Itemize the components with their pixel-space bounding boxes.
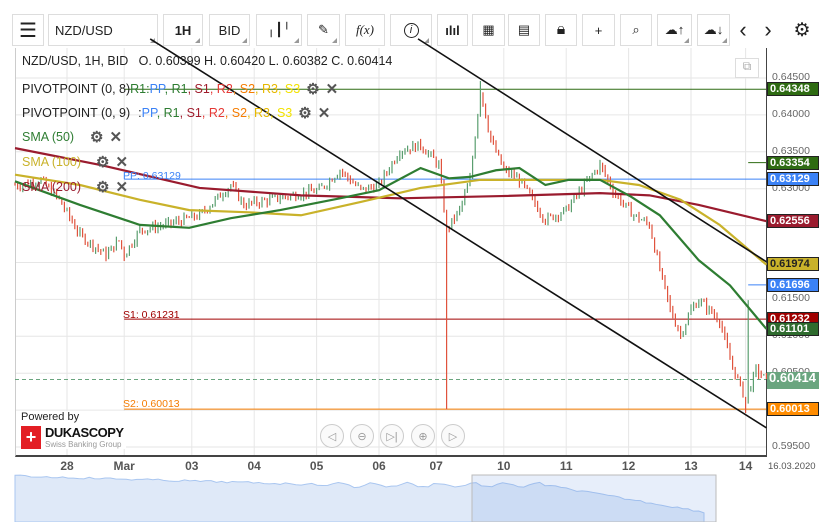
ohlc-text: NZD/USD, 1H, BID O. 0.60399 H. 0.60420 L… — [22, 54, 393, 68]
price-label-r1: 0.64348 — [767, 82, 819, 97]
s2-level-label: S2: 0.60013 — [123, 398, 180, 410]
price-label-sma200: 0.62556 — [767, 214, 819, 229]
indicator-name: PIVOTPOINT (0, 9) — [22, 106, 131, 120]
price-label-r1: 0.63354 — [767, 155, 819, 170]
popout-icon: ⧉ — [742, 59, 752, 73]
popout-button[interactable]: ⧉ — [735, 58, 759, 78]
indicator-name: PIVOTPOINT (0, 8) — [22, 82, 131, 96]
swiss-cross-icon: + — [21, 425, 41, 449]
navigator-window — [471, 474, 717, 522]
price-label-sma50: 0.61101 — [767, 321, 819, 336]
navigator[interactable] — [0, 472, 824, 522]
x-tick-label: 04 — [247, 459, 261, 473]
x-tick-label: 03 — [185, 459, 199, 473]
pp-level-label: PP: 0.63129 — [123, 170, 181, 182]
pivot-key-s2: , S2 — [232, 82, 256, 96]
pivot-keys: PP, R1, S1, R2, S2, R3, S3 — [150, 82, 301, 96]
y-tick-label: 0.64500 — [772, 71, 810, 83]
trend-line — [417, 38, 767, 263]
gear-icon[interactable]: ⚙ — [90, 128, 103, 146]
sma200-legend: SMA (200) ⚙ ✕ — [22, 178, 128, 196]
x-tick-label: 05 — [309, 459, 324, 473]
x-tick-label: 12 — [621, 459, 636, 473]
x-tick-label: 14 — [738, 459, 753, 473]
indicator-overlap: R1: — [130, 82, 150, 96]
gear-icon[interactable]: ⚙ — [96, 153, 109, 171]
scroll-end-button[interactable]: ▷| — [380, 424, 404, 448]
pivot-key-s2: , S2 — [224, 106, 248, 120]
triangle-right-icon: ▷ — [448, 430, 458, 443]
sma-label: SMA (100) — [22, 155, 82, 169]
x-tick-label: 11 — [559, 459, 573, 473]
s1-level-label: S1: 0.61231 — [123, 309, 180, 321]
pivot-keys: PP, R1, S1, R2, S2, R3, S3 — [142, 106, 293, 120]
price-label-sma100: 0.61974 — [767, 257, 819, 272]
close-icon[interactable]: ✕ — [326, 80, 339, 98]
scroll-forward-button[interactable]: ▷ — [441, 424, 465, 448]
zoom-in-button[interactable]: ⊕ — [411, 424, 435, 448]
pivot-key-pp: PP — [141, 106, 157, 120]
pivot-legend-2: PIVOTPOINT (0, 9): PP, R1, S1, R2, S2, R… — [22, 104, 330, 122]
sma50-legend: SMA (50) ⚙ ✕ — [22, 128, 122, 146]
close-icon[interactable]: ✕ — [109, 128, 122, 146]
dukascopy-logo: Powered by + DUKASCOPY Swiss Banking Grou… — [21, 411, 126, 449]
y-tick-label: 0.61500 — [772, 292, 810, 305]
pivot-key-r2: , R2 — [201, 106, 225, 120]
skip-end-icon: ▷| — [386, 430, 398, 443]
y-tick-label: 0.59500 — [772, 440, 810, 452]
pivot-key-s1: , S1 — [187, 82, 210, 96]
pivot-key-r3: , R3 — [247, 106, 270, 120]
close-icon[interactable]: ✕ — [318, 104, 331, 122]
pivot-key-s3: , S3 — [270, 106, 293, 120]
pivot-key-pp: PP — [149, 82, 165, 96]
pivot-key-r1: , R1 — [164, 82, 188, 96]
x-tick-label: 13 — [684, 459, 698, 473]
x-tick-label: 06 — [372, 459, 386, 473]
sma-label: SMA (200) — [22, 180, 82, 194]
pivot-legend-1: PIVOTPOINT (0, 8) R1: PP, R1, S1, R2, S2,… — [22, 80, 338, 98]
triangle-left-icon: ◁ — [327, 430, 337, 443]
pivot-key-s3: , S3 — [277, 82, 301, 96]
pivot-key-r3: , R3 — [255, 82, 278, 96]
zoom-in-icon: ⊕ — [418, 430, 428, 443]
zoom-out-icon: ⊖ — [357, 430, 367, 443]
price-label-pp: 0.63129 — [767, 172, 819, 187]
x-tick-label: 07 — [429, 459, 443, 473]
powered-by-text: Powered by — [21, 411, 80, 423]
scroll-back-button[interactable]: ◁ — [320, 424, 344, 448]
price-label-s2: 0.60013 — [767, 402, 819, 417]
zoom-out-button[interactable]: ⊖ — [350, 424, 374, 448]
x-tick-label: 28 — [60, 459, 74, 473]
y-tick-label: 0.64000 — [772, 107, 810, 120]
ohlc-header: NZD/USD, 1H, BID O. 0.60399 H. 0.60420 L… — [22, 54, 392, 68]
pivot-key-s1: , S1 — [179, 106, 202, 120]
pivot-key-r2: , R2 — [209, 82, 233, 96]
price-label-pp: 0.61696 — [767, 277, 819, 292]
sma100-legend: SMA (100) ⚙ ✕ — [22, 153, 128, 171]
price-label-close: 0.60414 — [767, 371, 819, 389]
pivot-key-r1: , R1 — [156, 106, 180, 120]
x-tick-label: Mar — [113, 459, 135, 473]
sma-label: SMA (50) — [22, 130, 75, 144]
x-tick-label: 10 — [497, 459, 511, 473]
gear-icon[interactable]: ⚙ — [306, 80, 319, 98]
brand-sub: Swiss Banking Group — [45, 440, 122, 449]
gear-icon[interactable]: ⚙ — [298, 104, 311, 122]
current-date: 16.03.2020 — [768, 461, 816, 472]
brand-name: DUKASCOPY — [45, 425, 124, 440]
close-icon[interactable]: ✕ — [115, 153, 128, 171]
gear-icon[interactable]: ⚙ — [96, 178, 109, 196]
